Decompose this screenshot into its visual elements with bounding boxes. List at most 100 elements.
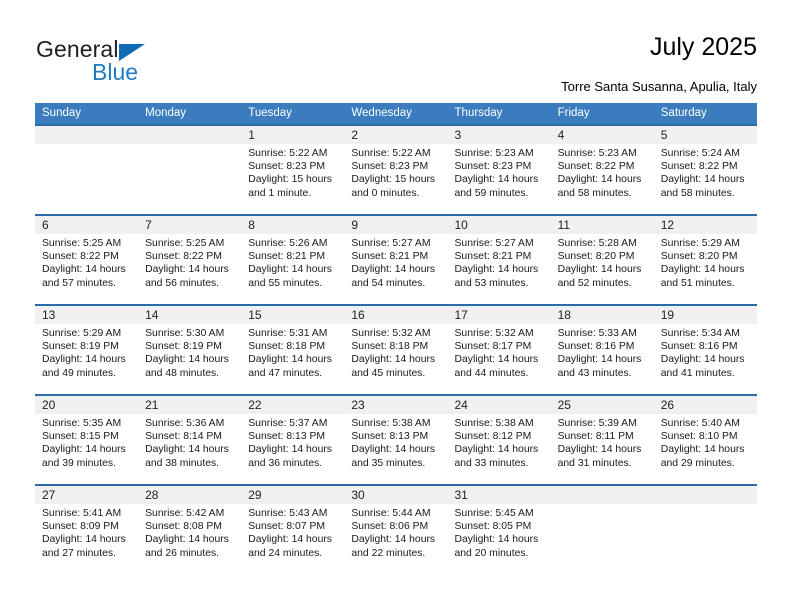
- daylight-text: Daylight: 14 hours and 54 minutes.: [351, 264, 436, 289]
- day-info: Sunrise: 5:44 AM Sunset: 8:06 PM Dayligh…: [344, 504, 447, 560]
- calendar-day-cell[interactable]: 28 Sunrise: 5:42 AM Sunset: 8:08 PM Dayl…: [138, 486, 242, 574]
- calendar-day-cell[interactable]: [138, 126, 242, 214]
- day-info: Sunrise: 5:41 AM Sunset: 8:09 PM Dayligh…: [35, 504, 138, 560]
- sunrise-text: Sunrise: 5:22 AM: [351, 148, 431, 159]
- day-number: 28: [145, 488, 159, 502]
- calendar-day-cell[interactable]: 8 Sunrise: 5:26 AM Sunset: 8:21 PM Dayli…: [241, 216, 345, 304]
- calendar-day-cell[interactable]: 16 Sunrise: 5:32 AM Sunset: 8:18 PM Dayl…: [344, 306, 448, 394]
- day-info: [138, 144, 241, 147]
- sunrise-text: Sunrise: 5:39 AM: [557, 418, 637, 429]
- day-info: Sunrise: 5:45 AM Sunset: 8:05 PM Dayligh…: [448, 504, 551, 560]
- day-number-band: 21: [138, 396, 242, 414]
- sunset-text: Sunset: 8:22 PM: [42, 251, 119, 263]
- calendar-page: General Blue July 2025 Torre Santa Susan…: [0, 0, 792, 612]
- calendar-day-cell[interactable]: 18 Sunrise: 5:33 AM Sunset: 8:16 PM Dayl…: [550, 306, 654, 394]
- calendar-day-cell[interactable]: 15 Sunrise: 5:31 AM Sunset: 8:18 PM Dayl…: [241, 306, 345, 394]
- daylight-text: Daylight: 14 hours and 38 minutes.: [145, 444, 229, 469]
- day-info: [654, 504, 757, 507]
- daylight-text: Daylight: 14 hours and 51 minutes.: [660, 264, 745, 289]
- calendar-day-cell[interactable]: 29 Sunrise: 5:43 AM Sunset: 8:07 PM Dayl…: [241, 486, 345, 574]
- calendar-day-cell[interactable]: [35, 126, 139, 214]
- day-number-band: 31: [447, 486, 551, 504]
- daylight-text: Daylight: 14 hours and 58 minutes.: [557, 174, 642, 199]
- daylight-text: Daylight: 14 hours and 31 minutes.: [557, 444, 642, 469]
- sunrise-text: Sunrise: 5:43 AM: [248, 508, 328, 519]
- calendar-day-cell[interactable]: 21 Sunrise: 5:36 AM Sunset: 8:14 PM Dayl…: [138, 396, 242, 484]
- calendar-day-cell[interactable]: 30 Sunrise: 5:44 AM Sunset: 8:06 PM Dayl…: [344, 486, 448, 574]
- sunset-text: Sunset: 8:13 PM: [248, 431, 326, 443]
- day-number: 24: [454, 398, 468, 412]
- sunrise-text: Sunrise: 5:41 AM: [42, 508, 122, 519]
- day-info: Sunrise: 5:42 AM Sunset: 8:08 PM Dayligh…: [138, 504, 241, 560]
- weekday-header-tuesday: Tuesday: [248, 107, 292, 119]
- calendar-day-cell[interactable]: 31 Sunrise: 5:45 AM Sunset: 8:05 PM Dayl…: [447, 486, 551, 574]
- weekday-header-friday: Friday: [557, 107, 590, 119]
- sunrise-text: Sunrise: 5:45 AM: [454, 508, 534, 519]
- day-info: Sunrise: 5:36 AM Sunset: 8:14 PM Dayligh…: [138, 414, 241, 470]
- calendar-day-cell[interactable]: 9 Sunrise: 5:27 AM Sunset: 8:21 PM Dayli…: [344, 216, 448, 304]
- sunset-text: Sunset: 8:23 PM: [351, 161, 429, 173]
- daylight-text: Daylight: 14 hours and 22 minutes.: [351, 534, 436, 559]
- calendar-day-cell[interactable]: 14 Sunrise: 5:30 AM Sunset: 8:19 PM Dayl…: [138, 306, 242, 394]
- calendar-day-cell[interactable]: 25 Sunrise: 5:39 AM Sunset: 8:11 PM Dayl…: [550, 396, 654, 484]
- day-number-band: [653, 486, 757, 504]
- day-info: Sunrise: 5:38 AM Sunset: 8:13 PM Dayligh…: [344, 414, 447, 470]
- calendar-day-cell[interactable]: 12 Sunrise: 5:29 AM Sunset: 8:20 PM Dayl…: [653, 216, 757, 304]
- general-blue-logo[interactable]: General Blue: [36, 36, 256, 86]
- sunrise-text: Sunrise: 5:40 AM: [660, 418, 740, 429]
- day-info: [35, 144, 138, 147]
- calendar-day-cell[interactable]: 27 Sunrise: 5:41 AM Sunset: 8:09 PM Dayl…: [35, 486, 139, 574]
- day-info: Sunrise: 5:34 AM Sunset: 8:16 PM Dayligh…: [654, 324, 757, 380]
- sunset-text: Sunset: 8:18 PM: [248, 341, 326, 353]
- day-number-band: 8: [241, 216, 345, 234]
- calendar-day-cell[interactable]: 22 Sunrise: 5:37 AM Sunset: 8:13 PM Dayl…: [241, 396, 345, 484]
- day-number: 12: [660, 218, 675, 232]
- daylight-text: Daylight: 14 hours and 53 minutes.: [454, 264, 539, 289]
- sunrise-text: Sunrise: 5:24 AM: [660, 148, 740, 159]
- day-info: [551, 504, 654, 507]
- calendar-day-cell[interactable]: 23 Sunrise: 5:38 AM Sunset: 8:13 PM Dayl…: [344, 396, 448, 484]
- calendar-day-cell[interactable]: 2 Sunrise: 5:22 AM Sunset: 8:23 PM Dayli…: [344, 126, 448, 214]
- calendar-day-cell[interactable]: 3 Sunrise: 5:23 AM Sunset: 8:23 PM Dayli…: [447, 126, 551, 214]
- daylight-text: Daylight: 14 hours and 44 minutes.: [454, 354, 539, 379]
- day-info: Sunrise: 5:28 AM Sunset: 8:20 PM Dayligh…: [551, 234, 654, 290]
- sunset-text: Sunset: 8:23 PM: [248, 161, 326, 173]
- daylight-text: Daylight: 14 hours and 41 minutes.: [660, 354, 745, 379]
- page-header: General Blue July 2025 Torre Santa Susan…: [0, 0, 792, 96]
- day-number: 18: [557, 308, 571, 322]
- calendar-day-cell[interactable]: 5 Sunrise: 5:24 AM Sunset: 8:22 PM Dayli…: [653, 126, 757, 214]
- day-number: 4: [557, 128, 565, 142]
- calendar-day-cell[interactable]: 24 Sunrise: 5:38 AM Sunset: 8:12 PM Dayl…: [447, 396, 551, 484]
- weekday-header-wednesday: Wednesday: [351, 107, 412, 119]
- calendar-day-cell[interactable]: 11 Sunrise: 5:28 AM Sunset: 8:20 PM Dayl…: [550, 216, 654, 304]
- calendar-day-cell[interactable]: 6 Sunrise: 5:25 AM Sunset: 8:22 PM Dayli…: [35, 216, 139, 304]
- day-info: Sunrise: 5:30 AM Sunset: 8:19 PM Dayligh…: [138, 324, 241, 380]
- day-info: Sunrise: 5:23 AM Sunset: 8:23 PM Dayligh…: [448, 144, 551, 200]
- sunset-text: Sunset: 8:09 PM: [42, 521, 119, 533]
- calendar-day-cell[interactable]: 17 Sunrise: 5:32 AM Sunset: 8:17 PM Dayl…: [447, 306, 551, 394]
- sunrise-text: Sunrise: 5:38 AM: [454, 418, 534, 429]
- calendar-day-cell[interactable]: 19 Sunrise: 5:34 AM Sunset: 8:16 PM Dayl…: [653, 306, 757, 394]
- calendar-day-cell[interactable]: 26 Sunrise: 5:40 AM Sunset: 8:10 PM Dayl…: [653, 396, 757, 484]
- day-info: Sunrise: 5:43 AM Sunset: 8:07 PM Dayligh…: [241, 504, 344, 560]
- day-info: Sunrise: 5:37 AM Sunset: 8:13 PM Dayligh…: [241, 414, 344, 470]
- calendar-day-cell[interactable]: 7 Sunrise: 5:25 AM Sunset: 8:22 PM Dayli…: [138, 216, 242, 304]
- day-number-band: 5: [653, 126, 757, 144]
- calendar-day-cell[interactable]: 20 Sunrise: 5:35 AM Sunset: 8:15 PM Dayl…: [35, 396, 139, 484]
- calendar-day-cell[interactable]: [550, 486, 654, 574]
- day-info: Sunrise: 5:32 AM Sunset: 8:17 PM Dayligh…: [448, 324, 551, 380]
- calendar-day-cell[interactable]: [653, 486, 757, 574]
- calendar-day-cell[interactable]: 10 Sunrise: 5:27 AM Sunset: 8:21 PM Dayl…: [447, 216, 551, 304]
- calendar-day-cell[interactable]: 13 Sunrise: 5:29 AM Sunset: 8:19 PM Dayl…: [35, 306, 139, 394]
- day-info: Sunrise: 5:25 AM Sunset: 8:22 PM Dayligh…: [35, 234, 138, 290]
- day-number: 31: [454, 488, 468, 502]
- sunrise-text: Sunrise: 5:32 AM: [454, 328, 534, 339]
- calendar-day-cell[interactable]: 4 Sunrise: 5:23 AM Sunset: 8:22 PM Dayli…: [550, 126, 654, 214]
- day-number: 20: [42, 398, 56, 412]
- daylight-text: Daylight: 14 hours and 56 minutes.: [145, 264, 229, 289]
- daylight-text: Daylight: 14 hours and 20 minutes.: [454, 534, 539, 559]
- sunset-text: Sunset: 8:18 PM: [351, 341, 429, 353]
- day-number: 2: [351, 128, 359, 142]
- calendar-day-cell[interactable]: 1 Sunrise: 5:22 AM Sunset: 8:23 PM Dayli…: [241, 126, 345, 214]
- day-number-band: 30: [344, 486, 448, 504]
